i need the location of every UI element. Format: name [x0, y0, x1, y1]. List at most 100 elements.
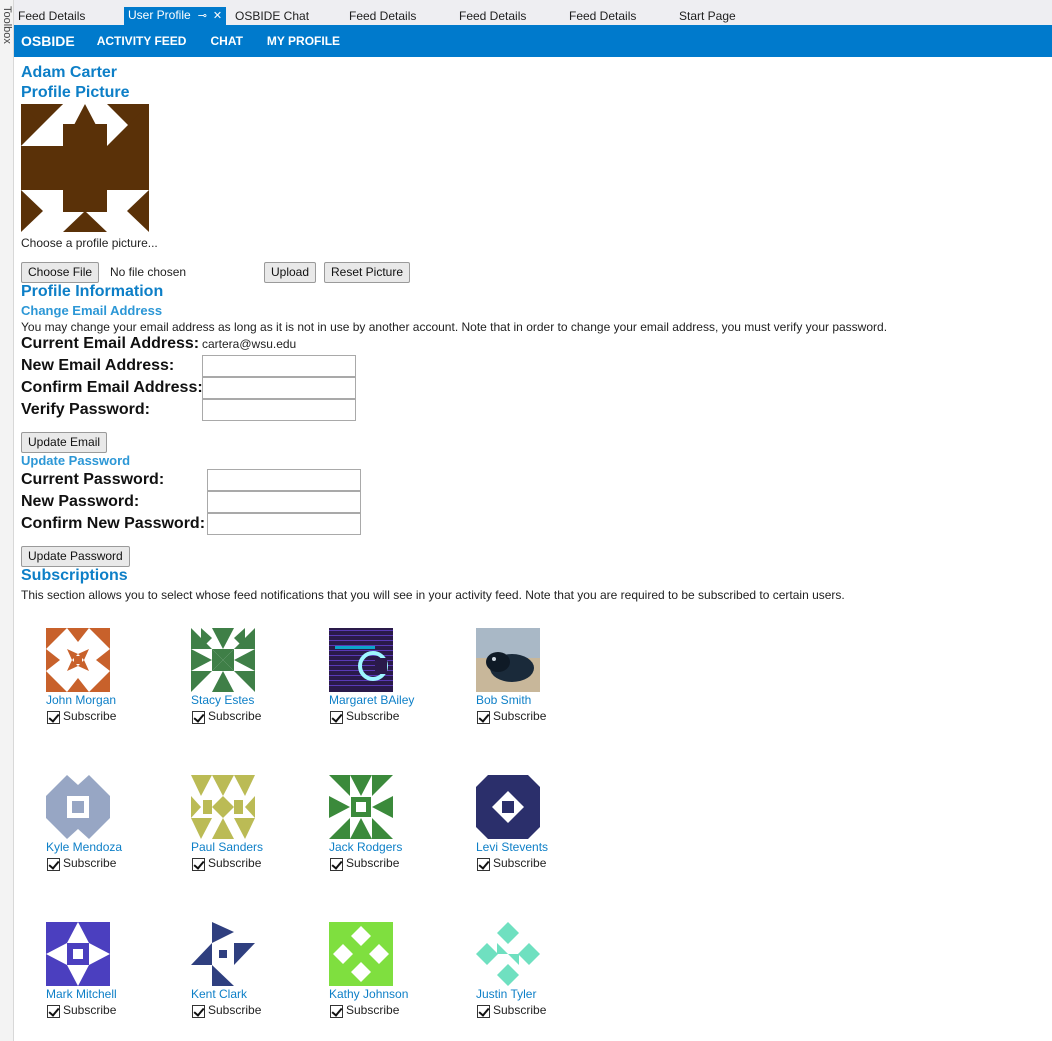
nav-activity-feed[interactable]: ACTIVITY FEED [97, 34, 187, 48]
subscription-card: Kyle Mendoza Subscribe [46, 775, 166, 885]
subscribe-label: Subscribe [346, 1003, 400, 1017]
user-name-link[interactable]: Kent Clark [191, 987, 247, 1001]
subscription-card: Kathy Johnson Subscribe [329, 922, 449, 1032]
subscribe-checkbox[interactable] [47, 1005, 60, 1018]
subscribe-label: Subscribe [346, 856, 400, 870]
current-email-label: Current Email Address: [21, 335, 200, 352]
user-name-link[interactable]: Kyle Mendoza [46, 840, 122, 854]
user-name-link[interactable]: Jack Rodgers [329, 840, 402, 854]
subscribe-label: Subscribe [346, 709, 400, 723]
user-avatar[interactable] [46, 628, 110, 692]
subscriptions-description: This section allows you to select whose … [21, 588, 845, 602]
tab-osbide-chat[interactable]: OSBIDE Chat [231, 8, 309, 25]
subscription-card: John Morgan Subscribe [46, 628, 166, 738]
tab-feed-details-1[interactable]: Feed Details [14, 8, 85, 25]
tab-feed-details-3[interactable]: Feed Details [455, 8, 526, 25]
user-name-link[interactable]: Margaret BAiley [329, 693, 414, 707]
user-avatar[interactable] [191, 922, 255, 986]
tab-label: Feed Details [569, 9, 637, 23]
toolbox-label[interactable]: Toolbox [1, 6, 13, 44]
subscribe-checkbox[interactable] [477, 711, 490, 724]
subscribe-label: Subscribe [63, 1003, 117, 1017]
user-name-link[interactable]: Stacy Estes [191, 693, 254, 707]
tab-label: Feed Details [349, 9, 417, 23]
subscription-card: Paul Sanders Subscribe [191, 775, 311, 885]
change-email-description: You may change your email address as lon… [21, 320, 888, 334]
tab-user-profile[interactable]: User Profile ⊸ ✕ [124, 7, 227, 25]
user-avatar[interactable] [476, 628, 540, 692]
nav-brand-osbide[interactable]: OSBIDE [21, 33, 75, 49]
subscribe-label: Subscribe [493, 1003, 547, 1017]
user-name-heading: Adam Carter [21, 64, 118, 81]
user-avatar[interactable] [191, 628, 255, 692]
update-email-button[interactable]: Update Email [21, 432, 108, 453]
subscribe-checkbox[interactable] [330, 858, 343, 871]
confirm-email-input[interactable] [202, 377, 356, 399]
tab-label: Feed Details [18, 9, 86, 23]
user-name-link[interactable]: Paul Sanders [191, 840, 263, 854]
user-avatar[interactable] [46, 775, 110, 839]
subscribe-checkbox[interactable] [330, 711, 343, 724]
new-password-input[interactable] [207, 491, 361, 513]
user-avatar[interactable] [476, 922, 540, 986]
profile-information-heading: Profile Information [21, 283, 164, 300]
user-name-link[interactable]: Levi Stevents [476, 840, 548, 854]
subscription-card: Stacy Estes Subscribe [191, 628, 311, 738]
tab-label: Start Page [679, 9, 736, 23]
toolbox-strip[interactable]: Toolbox [0, 0, 14, 1041]
subscribe-checkbox[interactable] [192, 858, 205, 871]
subscribe-checkbox[interactable] [47, 711, 60, 724]
tab-feed-details-2[interactable]: Feed Details [345, 8, 416, 25]
subscribe-label: Subscribe [208, 709, 262, 723]
close-icon[interactable]: ✕ [213, 8, 222, 25]
verify-password-input[interactable] [202, 399, 356, 421]
new-email-input[interactable] [202, 355, 356, 377]
update-password-heading: Update Password [21, 453, 131, 468]
verify-password-label: Verify Password: [21, 401, 150, 418]
subscribe-checkbox[interactable] [192, 1005, 205, 1018]
current-password-input[interactable] [207, 469, 361, 491]
document-tab-strip: Feed Details User Profile ⊸ ✕ OSBIDE Chat … [14, 0, 1052, 25]
user-avatar[interactable] [476, 775, 540, 839]
subscribe-checkbox[interactable] [47, 858, 60, 871]
user-avatar[interactable] [329, 775, 393, 839]
user-avatar[interactable] [329, 922, 393, 986]
tab-label: User Profile [128, 8, 191, 22]
current-password-label: Current Password: [21, 471, 165, 488]
subscription-card: Levi Stevents Subscribe [476, 775, 596, 885]
tab-label: OSBIDE Chat [235, 9, 310, 23]
pin-icon[interactable]: ⊸ [198, 8, 207, 25]
subscribe-checkbox[interactable] [477, 1005, 490, 1018]
tab-feed-details-4[interactable]: Feed Details [565, 8, 636, 25]
subscription-card: Mark Mitchell Subscribe [46, 922, 166, 1032]
subscribe-checkbox[interactable] [330, 1005, 343, 1018]
upload-button[interactable]: Upload [264, 262, 317, 283]
subscribe-checkbox[interactable] [477, 858, 490, 871]
user-name-link[interactable]: Mark Mitchell [46, 987, 117, 1001]
profile-picture-heading: Profile Picture [21, 84, 130, 101]
new-password-label: New Password: [21, 493, 140, 510]
subscribe-checkbox[interactable] [192, 711, 205, 724]
choose-picture-hint: Choose a profile picture... [21, 236, 158, 250]
user-avatar[interactable] [329, 628, 393, 692]
profile-content: Adam Carter Profile Picture Choose a pro… [21, 57, 1052, 1041]
update-password-button[interactable]: Update Password [21, 546, 130, 567]
subscription-card: Margaret BAiley Subscribe [329, 628, 449, 738]
current-email-value: cartera@wsu.edu [202, 337, 297, 351]
user-name-link[interactable]: Justin Tyler [476, 987, 536, 1001]
subscription-card: Bob Smith Subscribe [476, 628, 596, 738]
subscription-card: Jack Rodgers Subscribe [329, 775, 449, 885]
tab-start-page[interactable]: Start Page [675, 8, 736, 25]
user-name-link[interactable]: Bob Smith [476, 693, 531, 707]
choose-file-button[interactable]: Choose File [21, 262, 100, 283]
user-avatar[interactable] [191, 775, 255, 839]
user-avatar[interactable] [46, 922, 110, 986]
nav-chat[interactable]: CHAT [210, 34, 242, 48]
user-name-link[interactable]: John Morgan [46, 693, 116, 707]
subscribe-label: Subscribe [63, 856, 117, 870]
subscriptions-heading: Subscriptions [21, 567, 128, 584]
reset-picture-button[interactable]: Reset Picture [324, 262, 411, 283]
nav-my-profile[interactable]: MY PROFILE [267, 34, 340, 48]
user-name-link[interactable]: Kathy Johnson [329, 987, 408, 1001]
confirm-new-password-input[interactable] [207, 513, 361, 535]
